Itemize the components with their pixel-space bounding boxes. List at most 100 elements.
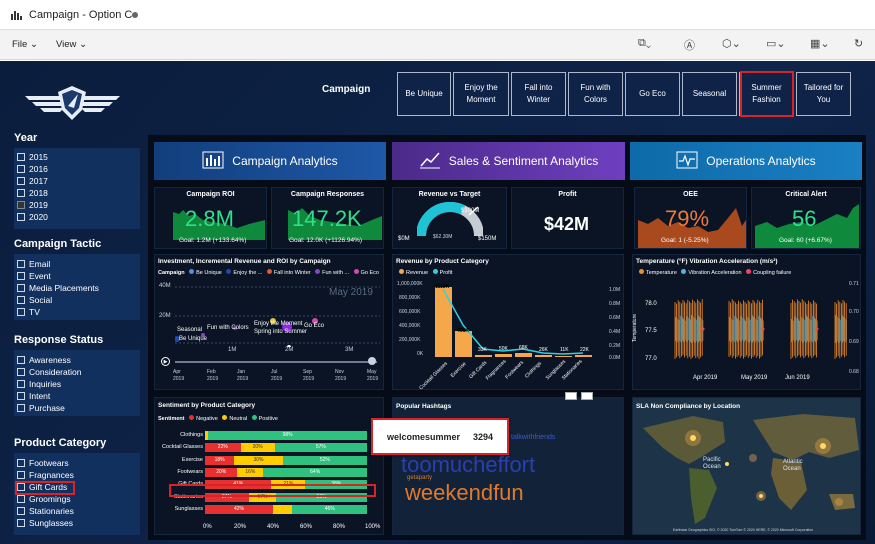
checkbox[interactable]: [17, 459, 25, 467]
more-options-icon[interactable]: [581, 392, 593, 400]
year-option[interactable]: 2020: [17, 211, 137, 223]
campaign-roi-value: 2.8M: [185, 206, 234, 231]
category-option[interactable]: Footwears: [17, 457, 137, 469]
response-option[interactable]: Intent: [17, 390, 137, 402]
play-axis-handle[interactable]: [368, 357, 376, 365]
bar-chart-icon: [202, 151, 224, 172]
checkbox[interactable]: [17, 296, 25, 304]
response-option[interactable]: Awareness: [17, 354, 137, 366]
campaign-button-enjoy-the-moment[interactable]: Enjoy the Moment: [453, 72, 509, 116]
visual-icon[interactable]: ▦⌄: [810, 37, 830, 50]
y-tick: 1,000,000K: [397, 281, 423, 287]
legend-dot: [189, 269, 195, 274]
sentiment-segment[interactable]: 20%: [240, 443, 275, 453]
checkbox[interactable]: [17, 495, 25, 503]
sentiment-segment[interactable]: 16%: [237, 467, 264, 477]
operations-analytics-header: Operations Analytics: [630, 142, 862, 180]
campaign-button-fall-into-winter[interactable]: Fall into Winter: [511, 72, 566, 116]
year-option[interactable]: 2017: [17, 175, 137, 187]
checkbox[interactable]: [17, 153, 25, 161]
year-option[interactable]: 2016: [17, 163, 137, 175]
bookmark-icon[interactable]: ⧉⌄: [638, 37, 651, 50]
year-option[interactable]: 2019: [17, 199, 137, 211]
legend-item: Temperature: [646, 270, 677, 276]
app-icon: [11, 10, 22, 20]
revenue-target-title: Revenue vs Target: [418, 191, 481, 198]
campaign-button-go-eco[interactable]: Go Eco: [625, 72, 680, 116]
file-menu[interactable]: File ⌄: [12, 39, 38, 50]
focus-mode-icon[interactable]: [565, 392, 577, 400]
buttons-icon[interactable]: ▭⌄: [766, 37, 786, 50]
sla-map-card: SLA Non Compliance by Location Pacific O…: [632, 397, 861, 535]
text-box-icon[interactable]: Ⓐ: [684, 37, 695, 53]
checkbox[interactable]: [17, 404, 25, 412]
checkbox[interactable]: [17, 356, 25, 364]
view-menu[interactable]: View ⌄: [56, 39, 87, 50]
hashtag-tooltip: welcomesummer 3294: [371, 418, 509, 455]
shapes-icon[interactable]: ⬡⌄: [722, 37, 741, 50]
bar: [555, 356, 572, 357]
checkbox[interactable]: [17, 471, 25, 479]
checkbox[interactable]: [17, 260, 25, 268]
checkbox[interactable]: [17, 380, 25, 388]
campaign-button-tailored-for-you[interactable]: Tailored for You: [796, 72, 851, 116]
sentiment-row-label: Footwears: [177, 468, 203, 475]
tactic-option[interactable]: Email: [17, 258, 137, 270]
sentiment-segment[interactable]: 18%: [205, 455, 235, 465]
campaign-button-be-unique[interactable]: Be Unique: [397, 72, 451, 116]
sentiment-segment[interactable]: 42%: [205, 504, 274, 514]
year-slicer-title: Year: [14, 132, 38, 144]
campaign-button-seasonal[interactable]: Seasonal: [682, 72, 737, 116]
sentiment-segment[interactable]: 98%: [208, 431, 367, 440]
chevron-down-icon: ⌄: [79, 39, 88, 50]
year-option[interactable]: 2015: [17, 151, 137, 163]
sentiment-segment[interactable]: [273, 504, 293, 514]
sentiment-row[interactable]: Cocktail Glasses 22% 20% 57%: [155, 443, 385, 453]
response-option[interactable]: Purchase: [17, 402, 137, 414]
checkbox[interactable]: [17, 213, 25, 221]
checkbox[interactable]: [17, 165, 25, 173]
checkbox[interactable]: [17, 507, 25, 515]
checkbox[interactable]: [17, 308, 25, 316]
sentiment-row[interactable]: Clothings 98%: [155, 431, 385, 441]
category-option[interactable]: Stationaries: [17, 505, 137, 517]
sentiment-row[interactable]: Sunglasses 42% 46%: [155, 504, 385, 515]
tactic-option[interactable]: Media Placements: [17, 282, 137, 294]
sentiment-segment[interactable]: 64%: [263, 467, 367, 477]
sentiment-segment[interactable]: 46%: [292, 504, 367, 514]
sentiment-segment[interactable]: 57%: [274, 443, 367, 453]
checkbox[interactable]: [17, 519, 25, 527]
refresh-icon[interactable]: ↻: [854, 37, 863, 50]
tactic-option[interactable]: TV: [17, 306, 137, 318]
y2-tick: 0.6M: [609, 315, 621, 321]
response-option[interactable]: Inquiries: [17, 378, 137, 390]
tactic-option[interactable]: Social: [17, 294, 137, 306]
sentiment-row[interactable]: Exercise 18% 30% 52%: [155, 455, 385, 466]
y2-tick: 0.68: [849, 369, 859, 375]
response-option[interactable]: Consideration: [17, 366, 137, 378]
year-option[interactable]: 2018: [17, 187, 137, 199]
play-axis-track[interactable]: [175, 361, 377, 363]
category-option[interactable]: Sunglasses: [17, 517, 137, 529]
sentiment-row[interactable]: Footwears 20% 16% 64%: [155, 467, 385, 478]
sentiment-segment[interactable]: 20%: [205, 467, 238, 477]
point-label: Enjoy the Moment: [254, 321, 303, 327]
checkbox[interactable]: [17, 392, 25, 400]
category-option[interactable]: Fragnances: [17, 469, 137, 481]
play-button[interactable]: ▶: [161, 357, 170, 366]
y-tick: 77.0: [645, 356, 657, 362]
checkbox[interactable]: [17, 189, 25, 197]
checkbox[interactable]: [17, 284, 25, 292]
x-tick: Apr 2019: [693, 375, 718, 381]
campaign-button-fun-with-colors[interactable]: Fun with Colors: [568, 72, 623, 116]
checkbox-checked[interactable]: [17, 201, 25, 209]
sentiment-segment[interactable]: 30%: [234, 455, 283, 465]
category-label: Fragnances: [29, 470, 74, 480]
tactic-option[interactable]: Event: [17, 270, 137, 282]
sentiment-segment[interactable]: 22%: [205, 443, 241, 453]
sentiment-segment[interactable]: 52%: [282, 455, 367, 465]
checkbox[interactable]: [17, 272, 25, 280]
checkbox[interactable]: [17, 177, 25, 185]
checkbox[interactable]: [17, 368, 25, 376]
point-label: Seasonal: [177, 327, 203, 333]
